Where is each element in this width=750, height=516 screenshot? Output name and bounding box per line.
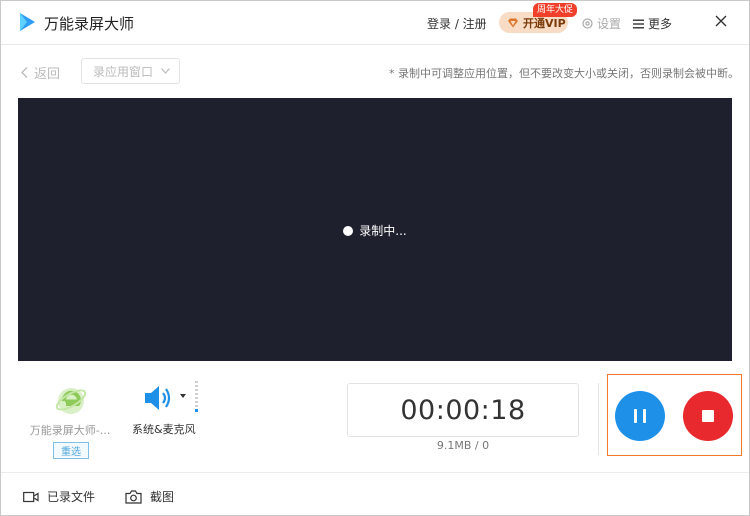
elapsed-timer: 00:00:18 xyxy=(347,383,579,437)
footer-divider xyxy=(1,472,749,473)
volume-level-meter xyxy=(195,381,198,412)
capture-mode-select[interactable]: 录应用窗口 xyxy=(81,58,180,84)
recording-notice: * 录制中可调整应用位置，但不要改变大小或关闭，否则录制会被中断。 xyxy=(389,67,739,80)
speaker-icon[interactable] xyxy=(144,383,172,413)
chevron-left-icon xyxy=(21,67,28,78)
promo-badge: 周年大促 xyxy=(533,3,578,17)
controls-divider xyxy=(598,383,599,455)
recording-status-text: 录制中... xyxy=(359,224,407,238)
back-label: 返回 xyxy=(34,67,61,82)
recording-dot-icon xyxy=(343,225,354,236)
recorded-files-label: 已录文件 xyxy=(47,490,96,504)
settings-button[interactable]: 设置 xyxy=(582,15,621,32)
chevron-down-icon xyxy=(161,68,170,74)
title-bar: 万能录屏大师 登录 / 注册 开通VIP 周年大促 设置 更多 xyxy=(1,1,749,44)
video-camera-icon xyxy=(23,491,39,502)
stop-icon xyxy=(702,410,714,422)
audio-dropdown-caret-icon[interactable] xyxy=(180,394,186,398)
app-window: 万能录屏大师 登录 / 注册 开通VIP 周年大促 设置 更多 返回 录应用窗口… xyxy=(0,0,750,516)
recording-preview: 录制中... xyxy=(18,98,732,361)
login-register-link[interactable]: 登录 / 注册 xyxy=(427,15,487,32)
recording-status: 录制中... xyxy=(18,222,732,239)
gear-icon xyxy=(582,18,593,29)
title-divider xyxy=(1,44,749,45)
file-size-label: 9.1MB / 0 xyxy=(436,439,490,452)
screenshot-button[interactable]: 截图 xyxy=(125,488,174,505)
audio-source-label: 系统&麦克风 xyxy=(132,423,196,436)
ie-browser-icon xyxy=(55,388,87,414)
settings-label: 设置 xyxy=(597,17,622,31)
camera-icon xyxy=(125,489,142,504)
pause-button[interactable] xyxy=(615,391,665,441)
more-label: 更多 xyxy=(648,17,673,31)
app-logo-icon xyxy=(20,13,35,31)
stop-button[interactable] xyxy=(683,391,733,441)
app-title: 万能录屏大师 xyxy=(44,15,135,33)
screenshot-label: 截图 xyxy=(150,490,175,504)
recorded-files-button[interactable]: 已录文件 xyxy=(23,488,95,505)
close-icon[interactable] xyxy=(712,12,730,30)
reselect-button[interactable]: 重选 xyxy=(53,442,89,459)
pause-icon xyxy=(634,409,637,423)
menu-icon xyxy=(633,19,644,28)
back-button[interactable]: 返回 xyxy=(21,63,60,82)
capture-mode-value: 录应用窗口 xyxy=(93,64,154,79)
more-menu-button[interactable]: 更多 xyxy=(633,15,672,32)
diamond-icon xyxy=(508,18,518,27)
source-app-name: 万能录屏大师-... xyxy=(29,424,111,437)
